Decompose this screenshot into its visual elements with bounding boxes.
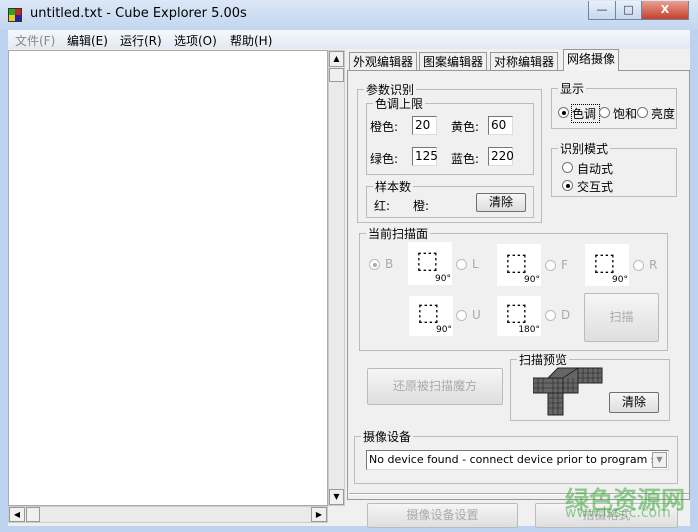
red-count-label: 红: <box>374 199 391 213</box>
rotate-cube-icon: ⬚ 90° <box>409 296 453 336</box>
camera-device-select[interactable]: No device found - connect device prior t… <box>366 450 669 470</box>
face-f-label: F <box>561 258 568 272</box>
display-brightness-radio[interactable] <box>637 107 648 118</box>
close-button[interactable]: X <box>641 1 689 20</box>
menu-help[interactable]: 帮助(H) <box>230 32 272 49</box>
group-title: 样本数 <box>373 178 414 195</box>
maximize-button[interactable]: □ <box>615 1 642 20</box>
dropdown-arrow-icon[interactable]: ▼ <box>652 452 667 468</box>
rotate-cube-icon: ⬚ 90° <box>408 242 452 285</box>
face-u-label: U <box>472 308 481 322</box>
tab-appearance-editor[interactable]: 外观编辑器 <box>349 52 418 71</box>
display-brightness-label[interactable]: 亮度 <box>651 105 675 122</box>
face-l-label: L <box>472 257 479 271</box>
face-b-label: B <box>385 257 394 271</box>
restore-scanned-cube-button[interactable]: 还原被扫描魔方 <box>367 368 503 405</box>
scroll-h-thumb[interactable] <box>26 507 40 522</box>
face-d-label: D <box>561 308 571 322</box>
blue-input[interactable]: 220 <box>488 147 514 166</box>
menu-bar: 文件(F) 编辑(E) 运行(R) 选项(O) 帮助(H) <box>8 30 690 49</box>
rotate-cube-icon: ⬚ 90° <box>497 244 541 286</box>
display-hue-radio[interactable] <box>558 107 569 118</box>
display-hue-label[interactable]: 色调 <box>571 104 600 123</box>
title-bar: untitled.txt - Cube Explorer 5.00s — □ X <box>0 0 698 30</box>
scroll-down-icon[interactable]: ▼ <box>329 489 344 505</box>
tab-symmetry-editor[interactable]: 对称编辑器 <box>490 52 559 71</box>
vertical-scrollbar[interactable]: ▲ ▼ <box>328 50 345 506</box>
display-saturation-radio[interactable] <box>599 107 610 118</box>
display-saturation-label[interactable]: 饱和 <box>613 105 636 122</box>
horizontal-scrollbar[interactable]: ◀ ▶ <box>8 506 328 523</box>
rotate-cube-icon: ⬚ 90° <box>585 244 629 286</box>
tab-pattern-editor[interactable]: 图案编辑器 <box>419 52 488 71</box>
cube-app-icon <box>8 8 22 22</box>
interactive-mode-label[interactable]: 交互式 <box>577 178 613 195</box>
auto-mode-label[interactable]: 自动式 <box>577 160 613 177</box>
scroll-left-icon[interactable]: ◀ <box>9 507 25 522</box>
tab-webcam[interactable]: 网络摄像 <box>563 49 620 71</box>
yellow-input[interactable]: 60 <box>488 116 513 135</box>
face-b-radio[interactable] <box>369 259 380 270</box>
clear-samples-button[interactable]: 清除 <box>476 193 526 212</box>
face-u-radio[interactable] <box>456 310 467 321</box>
clear-preview-button[interactable]: 清除 <box>609 392 659 413</box>
interactive-mode-radio[interactable] <box>562 180 573 191</box>
watermark-url: www.lsscc.com <box>565 505 671 521</box>
window-title: untitled.txt - Cube Explorer 5.00s <box>30 6 247 21</box>
scroll-up-icon[interactable]: ▲ <box>329 51 344 67</box>
text-editor[interactable] <box>8 50 328 506</box>
yellow-label: 黄色: <box>451 120 480 134</box>
minimize-button[interactable]: — <box>588 1 616 20</box>
camera-settings-button[interactable]: 摄像设备设置 <box>367 503 518 528</box>
menu-options[interactable]: 选项(O) <box>174 32 217 49</box>
face-r-label: R <box>649 258 658 272</box>
cube-net-preview <box>533 367 603 416</box>
blue-label: 蓝色: <box>451 152 480 166</box>
orange-label: 橙色: <box>370 120 399 134</box>
menu-file[interactable]: 文件(F) <box>15 32 55 49</box>
group-title: 识别模式 <box>558 140 611 157</box>
scroll-right-icon[interactable]: ▶ <box>311 507 327 522</box>
face-d-radio[interactable] <box>545 310 556 321</box>
group-title: 显示 <box>558 80 587 97</box>
scroll-thumb[interactable] <box>329 68 344 82</box>
group-title: 当前扫描面 <box>366 225 431 242</box>
group-title: 摄像设备 <box>361 428 414 445</box>
rotate-cube-icon: ⬚ 180° <box>497 296 541 336</box>
group-title: 色调上限 <box>373 95 426 112</box>
face-f-radio[interactable] <box>545 260 556 271</box>
menu-edit[interactable]: 编辑(E) <box>67 32 108 49</box>
face-l-radio[interactable] <box>456 259 467 270</box>
orange-count-label: 橙: <box>413 199 430 213</box>
orange-input[interactable]: 20 <box>412 116 437 135</box>
face-r-radio[interactable] <box>633 260 644 271</box>
scan-button[interactable]: 扫描 <box>584 293 659 342</box>
green-input[interactable]: 125 <box>412 147 438 166</box>
menu-run[interactable]: 运行(R) <box>120 32 162 49</box>
camera-device-value: No device found - connect device prior t… <box>369 453 669 466</box>
green-label: 绿色: <box>370 152 399 166</box>
auto-mode-radio[interactable] <box>562 162 573 173</box>
